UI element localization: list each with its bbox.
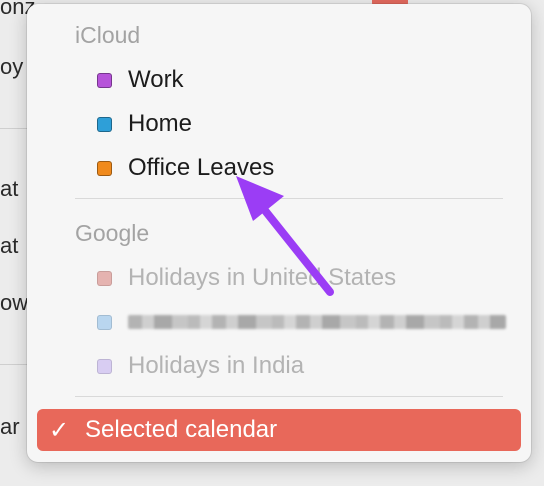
menu-separator (75, 198, 503, 199)
menu-item-label: Work (128, 66, 184, 93)
calendar-color-swatch (97, 72, 112, 88)
background-text-4: at (0, 233, 19, 258)
background-text-3: at (0, 176, 19, 201)
calendar-color-swatch (97, 270, 112, 286)
menu-item-label: Holidays in United States (128, 264, 397, 291)
menu-item-holidays-india: Holidays in India (97, 346, 304, 386)
background-text-2: oy (0, 54, 24, 79)
redacted-calendar-name (128, 315, 506, 329)
menu-item-redacted-calendar (97, 302, 506, 342)
menu-item-holidays-us: Holidays in United States (97, 258, 396, 298)
calendar-popup-menu: iCloud Work Home Office Leaves Google Ho… (27, 4, 531, 462)
menu-item-label: Home (128, 110, 193, 137)
menu-item-label: Selected calendar (85, 416, 278, 443)
calendar-color-swatch (97, 160, 112, 176)
menu-item-label: Holidays in India (128, 352, 305, 379)
calendar-color-swatch (97, 358, 112, 374)
menu-item-office-leaves[interactable]: Office Leaves (97, 148, 274, 188)
section-header-google: Google (75, 220, 150, 246)
screen: onz oy at at ow ar iCloud Work Home Offi… (0, 0, 544, 486)
background-divider (0, 128, 30, 129)
menu-item-home[interactable]: Home (97, 104, 192, 144)
calendar-color-swatch (97, 116, 112, 132)
background-divider (0, 364, 30, 365)
menu-separator (75, 396, 503, 397)
menu-item-selected-calendar[interactable]: ✓ Selected calendar (37, 409, 521, 451)
checkmark-icon: ✓ (48, 416, 70, 444)
calendar-color-swatch (97, 314, 112, 330)
section-header-icloud: iCloud (75, 22, 141, 48)
background-text-5: ow (0, 290, 29, 315)
menu-item-label: Office Leaves (128, 154, 275, 181)
background-text-6: ar (0, 414, 20, 439)
menu-item-work[interactable]: Work (97, 60, 184, 100)
